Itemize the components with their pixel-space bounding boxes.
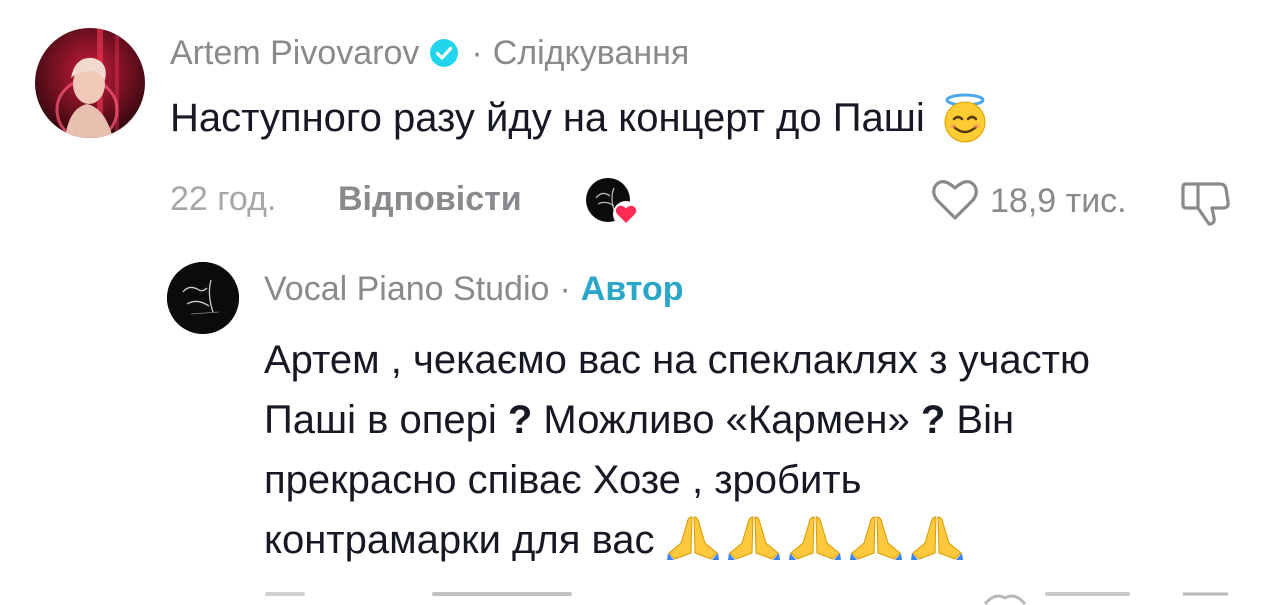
comment-header: Artem Pivovarov · Слідкування [170,30,689,76]
reply-segment: Він [956,398,1015,442]
reply-segment: контрамарки для вас [264,518,655,562]
creator-liked-avatar [584,176,640,228]
comment-text: Наступного разу йду на концерт до Паші [170,95,925,140]
reply-line: Артем , чекаємо вас на спеклаклях з учас… [264,338,1090,382]
meta-separator: · [559,269,571,308]
comment-author[interactable]: Artem Pivovarov [170,34,419,73]
reply-line: прекрасно співає Хозе , зробить [264,458,862,502]
commenter-avatar[interactable] [35,28,145,138]
author-tag: Автор [580,269,684,308]
folded-hands-emoji [849,516,902,560]
folded-hands-emoji [666,516,719,560]
reply-segment: Паші в опері [264,398,497,442]
reply-line: Паші в опері ? Можливо «Кармен» ? Він [264,390,1264,450]
follow-status: Слідкування [492,33,690,72]
next-actions-row [0,592,1280,605]
reply-button[interactable]: Відповісти [338,180,522,219]
comment-actions: 22 год. Відповісти 18,9 тис. [170,176,1245,228]
verified-badge-icon [429,38,459,68]
folded-hands-emoji [910,516,963,560]
like-count: 18,9 тис. [990,181,1127,220]
smiling-face-with-halo-emoji [939,92,991,144]
comments-view: Artem Pivovarov · Слідкування Наступного… [0,0,1280,605]
reply-segment: Можливо «Кармен» [543,398,910,442]
folded-hands-emoji [665,513,965,561]
reply-body: Артем , чекаємо вас на спеклаклях з учас… [264,330,1264,570]
reply-header: Vocal Piano Studio · Автор [264,266,684,312]
reply-author[interactable]: Vocal Piano Studio [264,270,549,309]
reply-line: контрамарки для вас [264,510,1264,570]
folded-hands-emoji [727,516,780,560]
heart-outline-icon[interactable] [930,176,980,227]
folded-hands-emoji [788,516,841,560]
meta-separator: · [471,33,483,72]
question-mark: ? [920,398,946,442]
comment-body: Наступного разу йду на концерт до Паші [170,92,991,144]
question-mark: ? [507,398,533,442]
comment-time: 22 год. [170,180,277,218]
like-button[interactable]: 18,9 тис. [930,176,1127,226]
reply-author-avatar[interactable] [167,262,239,334]
thumbs-down-icon[interactable] [1180,178,1232,228]
